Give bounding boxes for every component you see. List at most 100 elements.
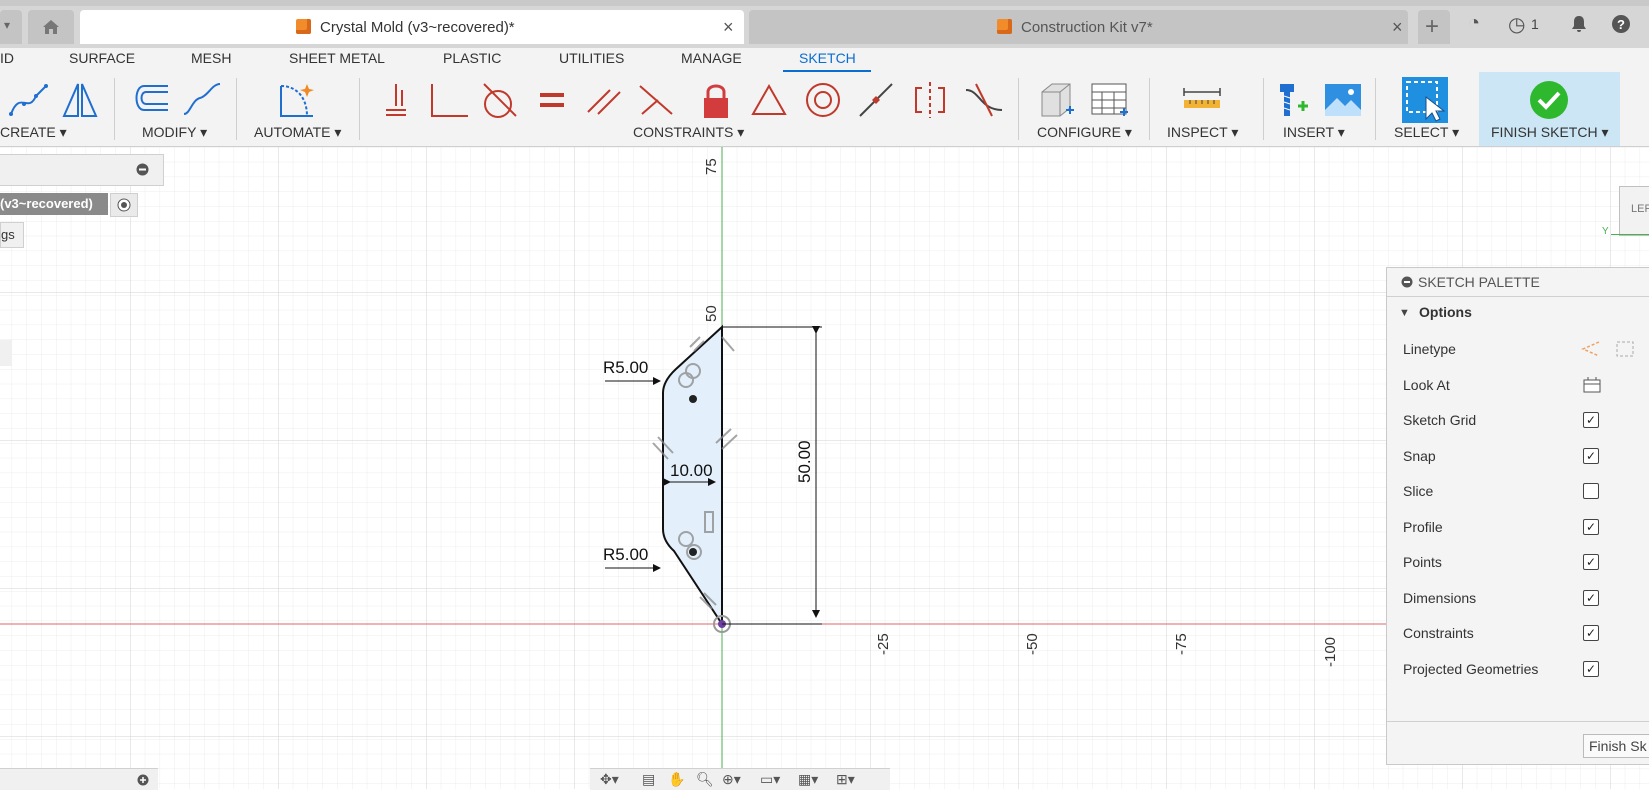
tab-utilities[interactable]: UTILITIES bbox=[559, 50, 624, 66]
home-tab[interactable] bbox=[28, 10, 74, 44]
notifications-icon[interactable] bbox=[1570, 15, 1588, 33]
row-label: Slice bbox=[1403, 483, 1434, 499]
look-at-icon[interactable]: ▤ bbox=[642, 771, 655, 788]
perpendicular-icon[interactable] bbox=[428, 80, 468, 120]
insert-menu[interactable]: INSERT ▾ bbox=[1283, 124, 1345, 141]
add-comment-icon[interactable] bbox=[137, 774, 149, 786]
viewports-icon[interactable]: ⊞▾ bbox=[836, 771, 855, 788]
look-at-icon[interactable] bbox=[1583, 376, 1601, 394]
palette-row-constraints: Constraints ✓ bbox=[1403, 622, 1643, 646]
tab-scroll-left[interactable]: ▾ bbox=[0, 10, 22, 44]
projected-geometries-checkbox[interactable]: ✓ bbox=[1583, 661, 1599, 677]
configure-table-icon[interactable] bbox=[1090, 80, 1130, 120]
browser-component-node[interactable]: (v3~recovered) bbox=[0, 193, 108, 215]
finish-sketch-button[interactable]: FINISH SKETCH ▾ bbox=[1491, 124, 1608, 141]
grid-settings-icon[interactable]: ▦▾ bbox=[798, 771, 818, 788]
tab-sketch[interactable]: SKETCH bbox=[799, 50, 856, 66]
sketch-grid-checkbox[interactable]: ✓ bbox=[1583, 412, 1599, 428]
panel-stub bbox=[0, 340, 12, 366]
collapse-palette-icon[interactable] bbox=[1401, 276, 1413, 288]
new-tab-button[interactable]: + bbox=[1418, 10, 1450, 44]
finish-sketch-palette-button[interactable]: Finish Sk bbox=[1583, 734, 1649, 758]
finish-sketch-check-icon[interactable] bbox=[1529, 80, 1569, 120]
tab-manage[interactable]: MANAGE bbox=[681, 50, 742, 66]
curve-icon[interactable] bbox=[182, 80, 222, 120]
concentric-icon[interactable] bbox=[803, 80, 843, 120]
constraints-menu[interactable]: CONSTRAINTS ▾ bbox=[633, 124, 744, 141]
zoom-icon[interactable]: 🔍︎ bbox=[696, 771, 714, 788]
select-menu[interactable]: SELECT ▾ bbox=[1394, 124, 1459, 141]
symmetry-icon[interactable] bbox=[910, 80, 950, 120]
insert-canvas-icon[interactable] bbox=[1323, 80, 1363, 120]
automate-icon[interactable] bbox=[277, 80, 317, 120]
centerline-icon[interactable] bbox=[1615, 340, 1635, 358]
tab-plastic[interactable]: PLASTIC bbox=[443, 50, 501, 66]
mirror-icon[interactable] bbox=[60, 80, 100, 120]
orbit-icon[interactable]: ✥▾ bbox=[600, 771, 619, 788]
dimension-width[interactable]: 10.00 bbox=[663, 461, 716, 486]
symmetry-triangle-icon[interactable] bbox=[749, 80, 789, 120]
sketch-point[interactable] bbox=[689, 548, 697, 556]
collapse-panel-icon[interactable] bbox=[136, 163, 149, 176]
row-label: Linetype bbox=[1403, 341, 1456, 357]
fix-lock-icon[interactable] bbox=[696, 80, 736, 120]
tab-construction-kit[interactable]: Construction Kit v7* × bbox=[749, 10, 1408, 44]
component-icon bbox=[296, 19, 311, 34]
help-icon[interactable]: ? bbox=[1611, 14, 1631, 34]
chevron-down-icon[interactable]: ▼ bbox=[1399, 307, 1410, 319]
configure-cube-icon[interactable] bbox=[1036, 80, 1076, 120]
select-window-icon[interactable] bbox=[1402, 77, 1448, 123]
close-tab-icon[interactable]: × bbox=[723, 17, 734, 38]
tab-mesh[interactable]: MESH bbox=[191, 50, 231, 66]
palette-row-profile: Profile ✓ bbox=[1403, 516, 1643, 540]
spline-icon[interactable] bbox=[8, 80, 48, 120]
insert-mcmaster-icon[interactable] bbox=[1270, 80, 1310, 120]
view-cube[interactable]: LEF bbox=[1619, 186, 1649, 236]
tangent-icon[interactable] bbox=[480, 80, 520, 120]
palette-row-projected-geometries: Projected Geometries ✓ bbox=[1403, 658, 1643, 682]
collinear-icon[interactable] bbox=[636, 80, 676, 120]
slice-checkbox[interactable] bbox=[1583, 483, 1599, 499]
tab-crystal-mold[interactable]: Crystal Mold (v3~recovered)* × bbox=[80, 10, 744, 44]
parallel-icon[interactable] bbox=[584, 80, 624, 120]
offset-icon[interactable] bbox=[128, 80, 168, 120]
browser-item[interactable]: gs bbox=[0, 222, 24, 248]
construction-line-icon[interactable] bbox=[1581, 340, 1601, 358]
equal-icon[interactable] bbox=[532, 80, 572, 120]
tab-sheet-metal[interactable]: SHEET METAL bbox=[289, 50, 385, 66]
palette-row-slice: Slice bbox=[1403, 480, 1643, 504]
create-menu[interactable]: CREATE ▾ bbox=[0, 124, 67, 141]
pan-hand-icon[interactable]: ✋ bbox=[668, 771, 685, 788]
points-checkbox[interactable]: ✓ bbox=[1583, 554, 1599, 570]
dimension-text[interactable]: R5.00 bbox=[603, 545, 648, 564]
tab-surface[interactable]: SURFACE bbox=[69, 50, 135, 66]
job-status-icon[interactable]: ◷ bbox=[1508, 12, 1525, 37]
midpoint-icon[interactable] bbox=[856, 80, 896, 120]
offline-sync-icon[interactable]: ◔ bbox=[1468, 12, 1480, 35]
dimensions-checkbox[interactable]: ✓ bbox=[1583, 590, 1599, 606]
display-settings-icon[interactable]: ▭▾ bbox=[760, 771, 780, 788]
snap-checkbox[interactable]: ✓ bbox=[1583, 448, 1599, 464]
tab-solid[interactable]: ID bbox=[0, 50, 14, 66]
measure-icon[interactable] bbox=[1182, 80, 1222, 120]
modify-menu[interactable]: MODIFY ▾ bbox=[142, 124, 207, 141]
automate-menu[interactable]: AUTOMATE ▾ bbox=[254, 124, 341, 141]
dimension-text[interactable]: 50.00 bbox=[795, 440, 814, 483]
palette-header: SKETCH PALETTE bbox=[1387, 268, 1649, 297]
radio-icon bbox=[117, 198, 131, 212]
close-tab-icon[interactable]: × bbox=[1392, 17, 1403, 38]
dimension-text[interactable]: R5.00 bbox=[603, 358, 648, 377]
activate-component-radio[interactable] bbox=[110, 193, 138, 217]
configure-menu[interactable]: CONFIGURE ▾ bbox=[1037, 124, 1132, 141]
dimension-text[interactable]: 10.00 bbox=[670, 461, 713, 480]
palette-title: SKETCH PALETTE bbox=[1418, 274, 1540, 290]
profile-checkbox[interactable]: ✓ bbox=[1583, 519, 1599, 535]
curvature-icon[interactable] bbox=[964, 80, 1004, 120]
inspect-menu[interactable]: INSPECT ▾ bbox=[1167, 124, 1238, 141]
options-section-title[interactable]: Options bbox=[1419, 304, 1472, 320]
axis-label: -25 bbox=[875, 633, 892, 655]
zoom-window-icon[interactable]: ⊕▾ bbox=[722, 771, 741, 788]
constraints-checkbox[interactable]: ✓ bbox=[1583, 625, 1599, 641]
coincident-icon[interactable] bbox=[376, 80, 416, 120]
sketch-point[interactable] bbox=[689, 395, 697, 403]
